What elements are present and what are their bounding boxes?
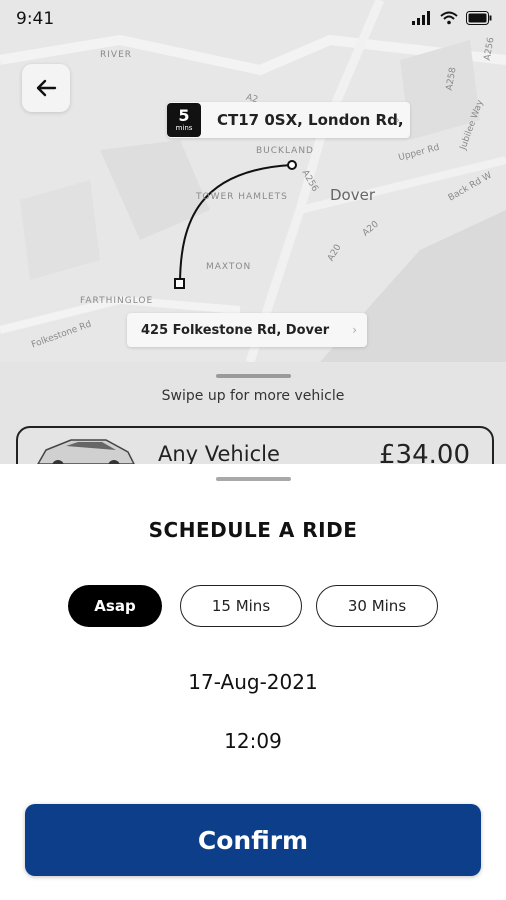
map-label: BUCKLAND [256,146,314,156]
vehicle-name: Any Vehicle [158,442,280,466]
drag-handle[interactable] [216,374,291,378]
sheet-drag-handle[interactable] [216,477,291,481]
status-time: 9:41 [16,9,55,29]
pickup-location-card[interactable]: 5 mins CT17 0SX, London Rd, › [167,102,410,138]
status-bar: 9:41 [0,0,506,38]
option-asap-button[interactable]: Asap [68,585,162,627]
confirm-button[interactable]: Confirm [25,804,481,876]
vehicle-panel[interactable]: Swipe up for more vehicle Any Vehicle £3… [0,362,506,490]
eta-badge: 5 mins [167,103,201,137]
map-background [0,0,506,362]
eta-unit: mins [175,124,193,132]
chevron-right-icon: › [395,113,400,127]
battery-icon [466,11,492,25]
option-15-mins-button[interactable]: 15 Mins [180,585,302,627]
map-label: FARTHINGLOE [80,296,154,306]
swipe-hint: Swipe up for more vehicle [161,388,345,404]
map-label: TOWER HAMLETS [196,192,288,202]
map-label: MAXTON [206,262,252,272]
map-label: RIVER [100,50,133,60]
chevron-right-icon: › [352,323,357,337]
wifi-icon [440,11,458,25]
pickup-address: CT17 0SX, London Rd, [217,111,404,129]
map-view[interactable]: RIVER BUCKLAND TOWER HAMLETS Dover MAXTO… [0,0,506,362]
schedule-sheet: SCHEDULE A RIDE Asap 15 Mins 30 Mins 17-… [0,464,506,900]
signal-icon [412,11,430,25]
dropoff-address: 425 Folkestone Rd, Dover [141,322,330,338]
arrow-left-icon [36,79,57,97]
back-button[interactable] [22,64,70,112]
option-30-mins-button[interactable]: 30 Mins [316,585,438,627]
time-picker[interactable]: 12:09 [0,729,506,753]
map-label: Dover [330,186,375,204]
dropoff-location-card[interactable]: 425 Folkestone Rd, Dover › [127,313,367,347]
eta-number: 5 [178,106,190,125]
sheet-title: SCHEDULE A RIDE [148,518,358,542]
date-picker[interactable]: 17-Aug-2021 [0,670,506,694]
